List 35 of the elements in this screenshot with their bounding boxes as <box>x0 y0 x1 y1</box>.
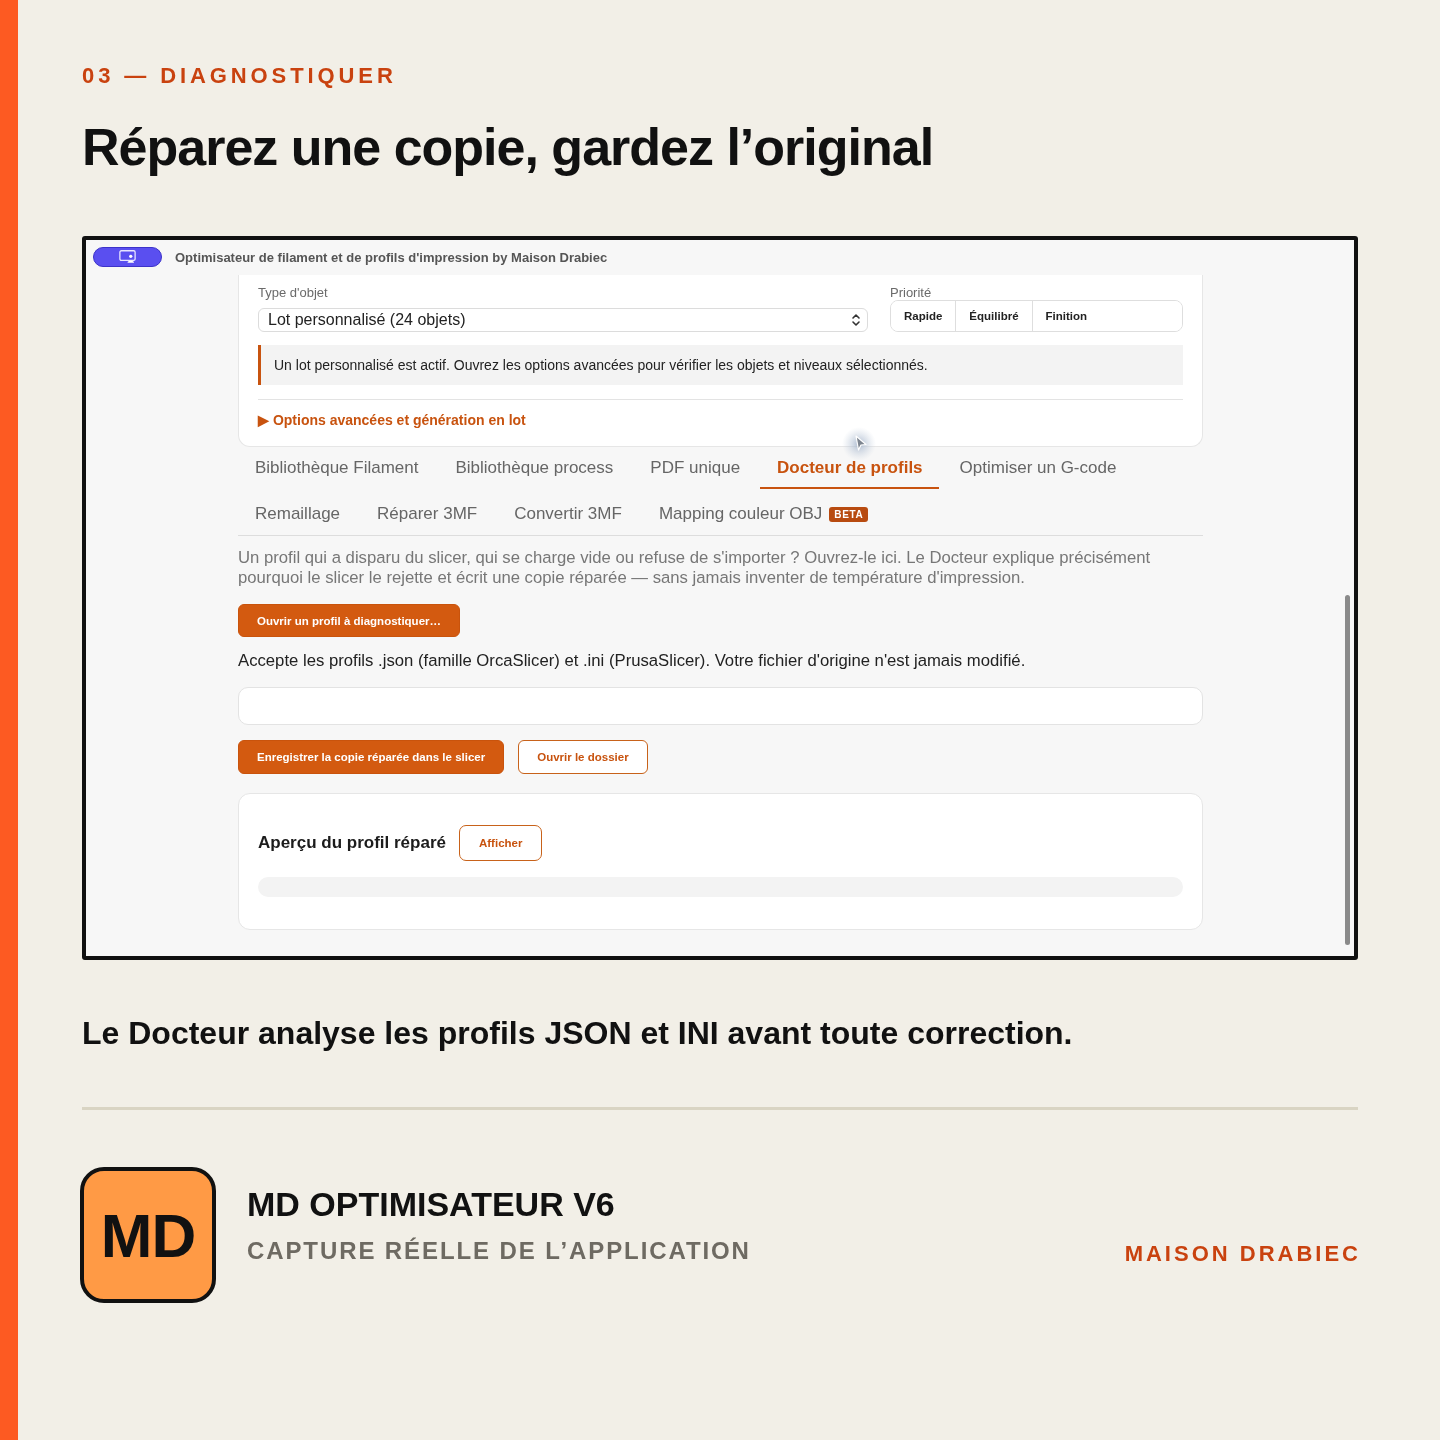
tab[interactable]: Bibliothèque process <box>438 447 630 489</box>
preview-title: Aperçu du profil réparé <box>258 833 446 853</box>
tab[interactable]: Convertir 3MF <box>497 493 638 535</box>
screen-share-button[interactable] <box>93 246 162 267</box>
tab[interactable]: PDF unique <box>633 447 757 489</box>
beta-badge: BETA <box>829 506 869 522</box>
open-profile-button[interactable]: Ouvrir un profil à diagnostiquer… <box>238 604 460 637</box>
show-preview-button[interactable]: Afficher <box>459 825 543 861</box>
window-title: Optimisateur de filament et de profils d'impression by Maison Drabiec <box>175 249 608 265</box>
accepted-formats-text: Accepte les profils .json (famille OrcaSlicer) et .ini (PrusaSlicer). Votre fichier d'origine n'est jamais modifié. <box>238 651 1026 671</box>
save-repaired-copy-button[interactable]: Enregistrer la copie réparée dans le slicer <box>238 740 505 774</box>
object-type-select[interactable]: Lot personnalisé (24 objets) <box>258 308 868 332</box>
description-text: Un profil qui a disparu du slicer, qui se charge vide ou refuse de s'importer ? Ouvrez-le ici. Le Docteur explique précisément pourquoi le slicer le rejette et écrit une copie réparée — sans jamais inventer de température d'impression. <box>238 548 1152 588</box>
caption: Le Docteur analyse les profils JSON et INI avant toute correction. <box>82 1014 1073 1052</box>
status-field[interactable] <box>238 687 1203 725</box>
headline: Réparez une copie, gardez l’original <box>82 117 934 177</box>
product-name: MD OPTIMISATEUR V6 <box>247 1184 615 1224</box>
app-logo: MD <box>80 1167 216 1303</box>
priority-option[interactable]: Rapide <box>891 301 957 331</box>
field-label: Priorité <box>890 285 932 300</box>
tab[interactable]: Optimiser un G-code <box>942 447 1133 489</box>
tab[interactable]: Bibliothèque Filament <box>238 447 435 489</box>
up-down-chevron-icon <box>851 313 861 327</box>
advanced-options-toggle[interactable]: ▶ Options avancées et génération en lot <box>258 412 526 428</box>
open-folder-button[interactable]: Ouvrir le dossier <box>518 740 648 774</box>
field-label: Type d'objet <box>258 285 328 300</box>
brand-name: MAISON DRABIEC <box>1124 1240 1361 1268</box>
monitor-person-icon <box>119 250 136 263</box>
tab[interactable]: Mapping couleur OBJ BETA <box>641 493 885 535</box>
section-eyebrow: 03 — DIAGNOSTIQUER <box>82 63 397 89</box>
tab[interactable]: Remaillage <box>238 493 357 535</box>
info-notice: Un lot personnalisé est actif. Ouvrez les options avancées pour vérifier les objets et niveaux sélectionnés. <box>258 345 1183 385</box>
scrollbar-thumb[interactable] <box>1345 595 1350 945</box>
product-subtitle: CAPTURE RÉELLE DE L’APPLICATION <box>247 1236 751 1266</box>
tab[interactable]: Réparer 3MF <box>360 493 494 535</box>
